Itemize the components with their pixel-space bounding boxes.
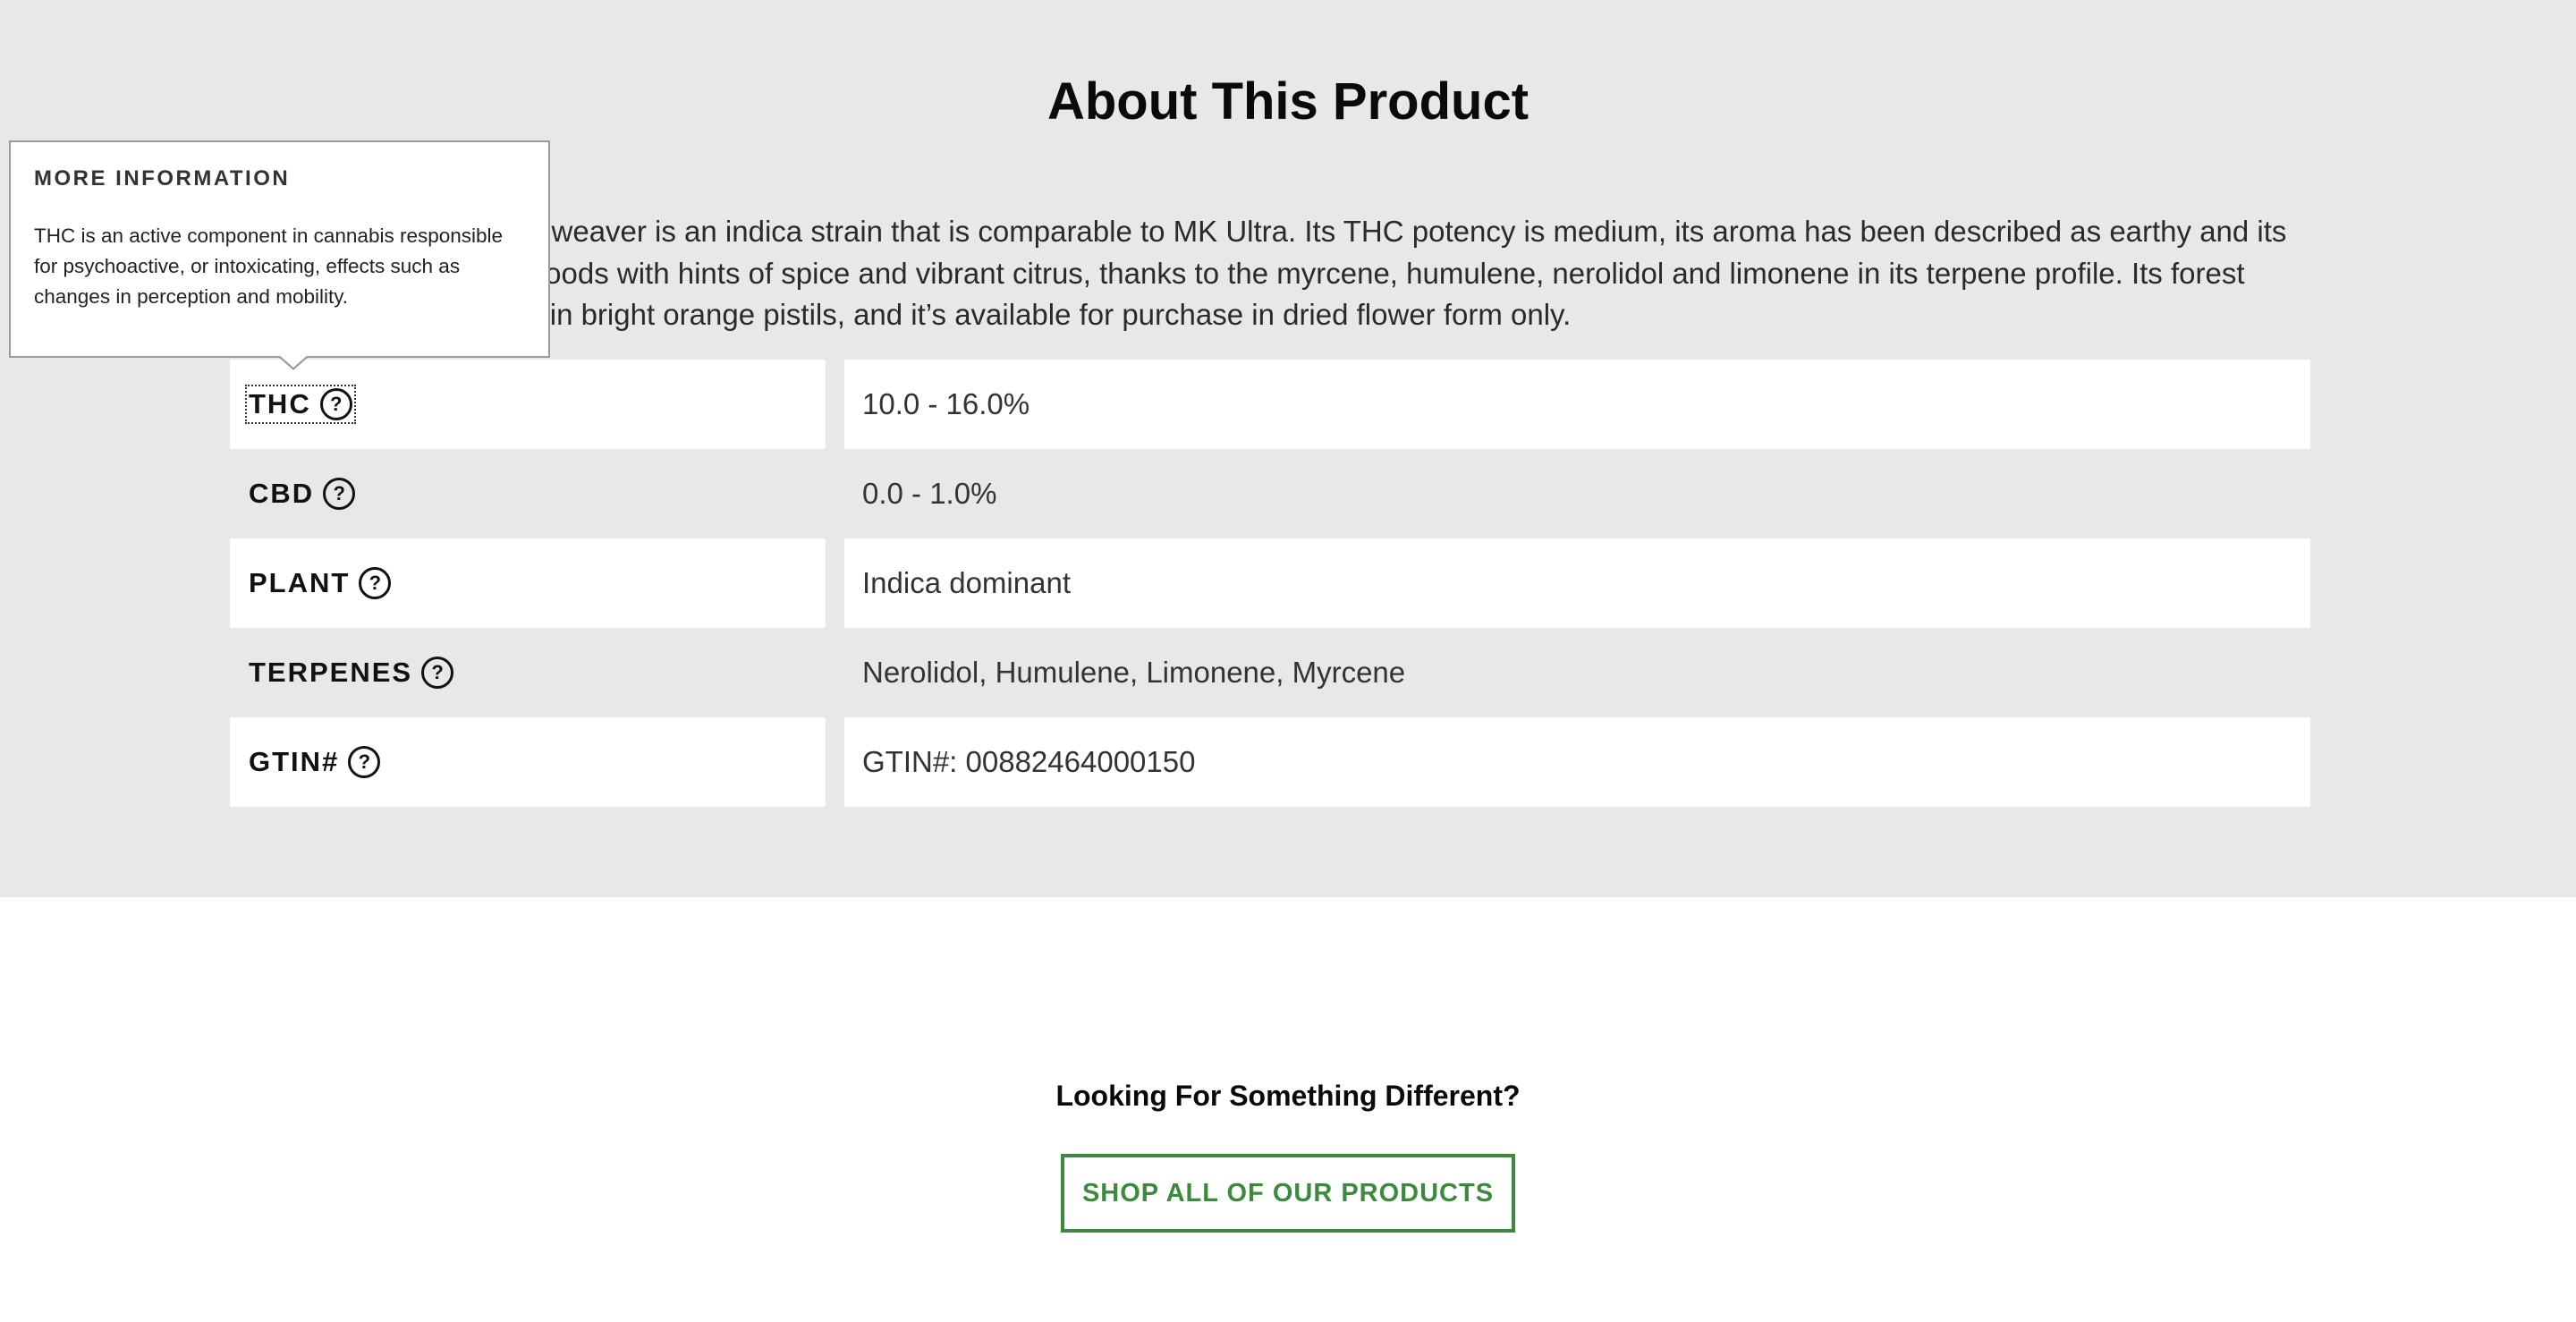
attribute-row-plant: PLANT ? Indica dominant	[230, 538, 2310, 628]
question-circle-icon[interactable]: ?	[359, 567, 392, 599]
attribute-label-cell: PLANT ?	[230, 538, 826, 628]
attribute-label-cell: THC ?	[230, 360, 826, 449]
attribute-value: GTIN#: 00882464000150	[862, 745, 1196, 778]
attribute-label-cell: GTIN# ?	[230, 717, 826, 807]
cbd-label-group: CBD ?	[249, 478, 356, 510]
attribute-value: 10.0 - 16.0%	[862, 387, 1030, 420]
attribute-row-terpenes: TERPENES ? Nerolidol, Humulene, Limonene…	[230, 628, 2310, 717]
attribute-label: GTIN#	[249, 746, 340, 777]
attribute-label: TERPENES	[249, 657, 413, 688]
attribute-value-cell: 10.0 - 16.0%	[844, 360, 2310, 449]
gtin-label-group: GTIN# ?	[249, 746, 381, 778]
question-circle-icon[interactable]: ?	[421, 657, 454, 689]
attribute-value: 0.0 - 1.0%	[862, 477, 997, 510]
attribute-row-cbd: CBD ? 0.0 - 1.0%	[230, 449, 2310, 538]
thc-label-group[interactable]: THC ?	[245, 385, 356, 424]
question-circle-icon[interactable]: ?	[319, 388, 352, 420]
cta-heading: Looking For Something Different?	[1055, 1080, 1521, 1112]
about-title: About This Product	[1046, 72, 1530, 131]
question-circle-icon[interactable]: ?	[348, 746, 381, 778]
attribute-value-cell: Indica dominant	[844, 538, 2310, 628]
about-product-section: About This Product Indica dominant., Dre…	[0, 0, 2576, 897]
attribute-value-cell: Nerolidol, Humulene, Limonene, Myrcene	[844, 628, 2310, 717]
attribute-value-cell: 0.0 - 1.0%	[844, 449, 2310, 538]
terpenes-label-group: TERPENES ?	[249, 657, 454, 689]
attribute-row-gtin: GTIN# ? GTIN#: 00882464000150	[230, 717, 2310, 807]
shop-all-products-button[interactable]: SHOP ALL OF OUR PRODUCTS	[1061, 1154, 1515, 1233]
attribute-label: CBD	[249, 478, 315, 509]
attribute-row-thc: THC ? 10.0 - 16.0%	[230, 360, 2310, 449]
tooltip-arrow-fill	[279, 355, 308, 368]
attribute-value: Nerolidol, Humulene, Limonene, Myrcene	[862, 656, 1406, 689]
attribute-label: PLANT	[249, 567, 351, 598]
attribute-label: THC	[249, 388, 311, 419]
tooltip-text: THC is an active component in cannabis r…	[34, 225, 504, 308]
attribute-label-cell: CBD ?	[230, 449, 826, 538]
attribute-label-cell: TERPENES ?	[230, 628, 826, 717]
tooltip-title: MORE INFORMATION	[34, 166, 291, 191]
plant-label-group: PLANT ?	[249, 567, 392, 599]
question-circle-icon[interactable]: ?	[323, 478, 356, 510]
attribute-value-cell: GTIN#: 00882464000150	[844, 717, 2310, 807]
attribute-value: Indica dominant	[862, 566, 1071, 599]
thc-info-tooltip: MORE INFORMATION THC is an active compon…	[9, 140, 550, 358]
